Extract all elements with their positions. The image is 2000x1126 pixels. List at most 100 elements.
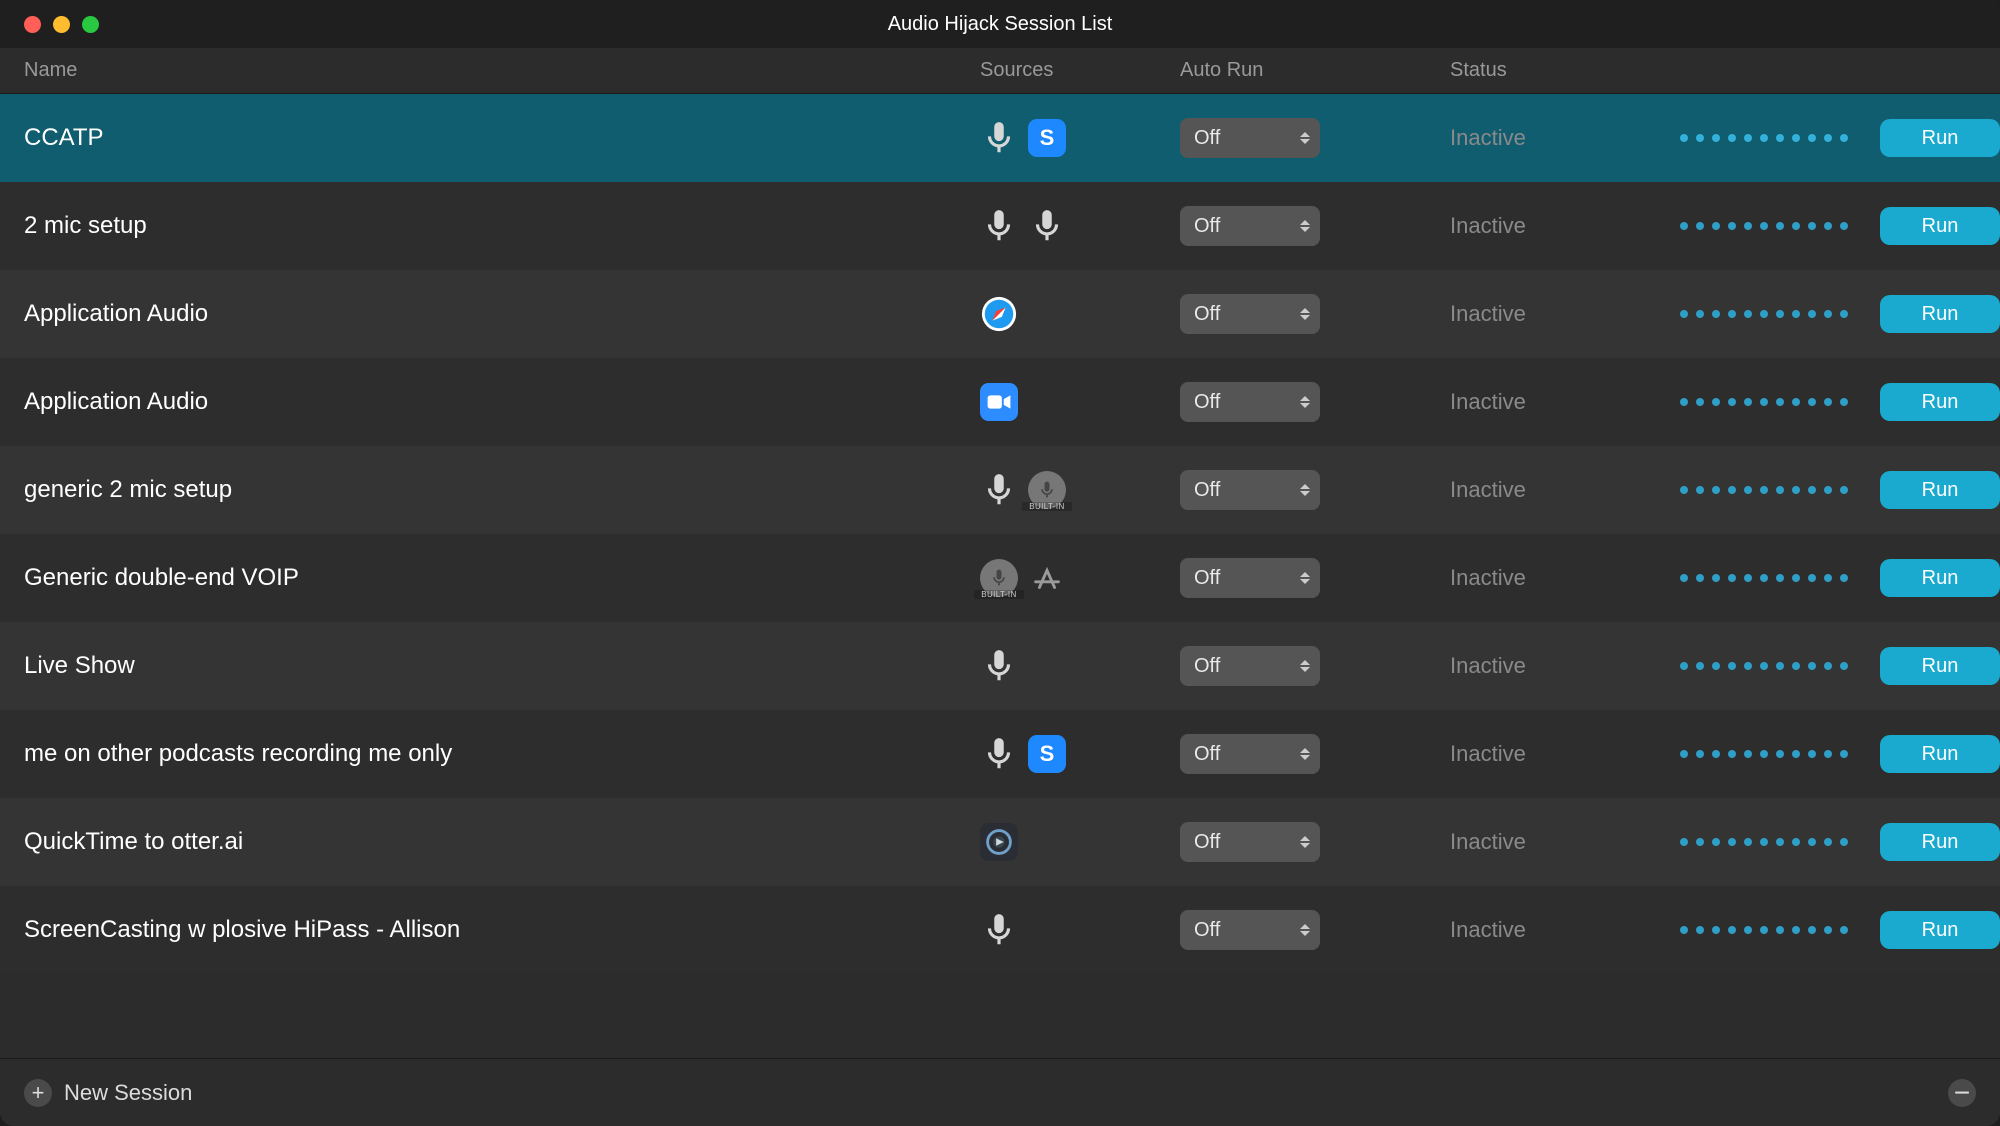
session-sources: S [980,119,1180,157]
status-label: Inactive [1450,477,1680,503]
autorun-value: Off [1194,831,1220,854]
session-row[interactable]: Generic double-end VOIPBUILT-INOffInacti… [0,534,2000,622]
level-meter [1680,398,1848,406]
run-button[interactable]: Run [1880,559,2000,597]
chevron-updown-icon [1300,660,1310,672]
run-cell: Run [1880,119,2000,157]
session-name: Live Show [0,652,980,680]
run-cell: Run [1880,295,2000,333]
run-button[interactable]: Run [1880,295,2000,333]
session-sources [980,383,1180,421]
level-meter [1680,926,1848,934]
level-cell [1680,662,1880,670]
autorun-cell: Off [1180,734,1450,774]
autorun-value: Off [1194,215,1220,238]
session-name: generic 2 mic setup [0,476,980,504]
session-name: QuickTime to otter.ai [0,828,980,856]
run-button[interactable]: Run [1880,735,2000,773]
autorun-select[interactable]: Off [1180,118,1320,158]
app-window: Audio Hijack Session List Name Sources A… [0,0,2000,1126]
chevron-updown-icon [1300,308,1310,320]
status-label: Inactive [1450,125,1680,151]
level-cell [1680,574,1880,582]
autorun-select[interactable]: Off [1180,294,1320,334]
chevron-updown-icon [1300,220,1310,232]
session-row[interactable]: Application AudioOffInactiveRun [0,270,2000,358]
session-row[interactable]: QuickTime to otter.aiOffInactiveRun [0,798,2000,886]
new-session-button[interactable]: + New Session [24,1079,192,1107]
run-cell: Run [1880,207,2000,245]
session-row[interactable]: 2 mic setup Off Inactive Run [0,182,2000,270]
autorun-cell: Off [1180,822,1450,862]
column-header-autorun[interactable]: Auto Run [1180,59,1450,82]
autorun-value: Off [1194,919,1220,942]
app-icon [1028,559,1066,597]
session-row[interactable]: CCATPSOffInactiveRun [0,94,2000,182]
column-header-status[interactable]: Status [1450,59,1680,82]
session-row[interactable]: ScreenCasting w plosive HiPass - Allison… [0,886,2000,974]
session-row[interactable]: generic 2 mic setupBUILT-IN Off Inactive Ru… [0,446,2000,534]
autorun-select[interactable]: Off [1180,382,1320,422]
level-meter [1680,134,1848,142]
autorun-select[interactable]: Off [1180,206,1320,246]
autorun-value: Off [1194,391,1220,414]
autorun-select[interactable]: Off [1180,910,1320,950]
mic-builtin-icon: BUILT-IN [980,559,1018,597]
quicktime-icon [980,823,1018,861]
autorun-cell: Off [1180,558,1450,598]
autorun-select[interactable]: Off [1180,734,1320,774]
autorun-cell: Off [1180,646,1450,686]
status-label: Inactive [1450,389,1680,415]
skype-icon: S [1028,735,1066,773]
session-row[interactable]: Application AudioOffInactiveRun [0,358,2000,446]
session-name: 2 mic setup [0,212,980,240]
run-cell: Run [1880,647,2000,685]
autorun-value: Off [1194,479,1220,502]
mic-icon [1028,207,1066,245]
status-label: Inactive [1450,301,1680,327]
session-sources [980,647,1180,685]
level-meter [1680,750,1848,758]
mic-icon [980,911,1018,949]
status-label: Inactive [1450,741,1680,767]
window-title: Audio Hijack Session List [0,13,2000,36]
run-cell: Run [1880,823,2000,861]
level-cell [1680,398,1880,406]
skype-icon: S [1028,119,1066,157]
run-button[interactable]: Run [1880,911,2000,949]
run-button[interactable]: Run [1880,823,2000,861]
level-cell [1680,838,1880,846]
run-cell: Run [1880,471,2000,509]
session-sources [980,295,1180,333]
status-label: Inactive [1450,213,1680,239]
session-row[interactable]: Live ShowOffInactiveRun [0,622,2000,710]
autorun-select[interactable]: Off [1180,822,1320,862]
column-header-sources[interactable]: Sources [980,59,1180,82]
column-header-name[interactable]: Name [0,59,980,82]
remove-session-button[interactable]: − [1948,1079,1976,1107]
chevron-updown-icon [1300,924,1310,936]
autorun-value: Off [1194,655,1220,678]
session-row[interactable]: me on other podcasts recording me only S O… [0,710,2000,798]
run-button[interactable]: Run [1880,119,2000,157]
run-button[interactable]: Run [1880,207,2000,245]
mic-icon [980,119,1018,157]
safari-icon [980,295,1018,333]
session-sources: BUILT-IN [980,471,1180,509]
autorun-select[interactable]: Off [1180,470,1320,510]
run-button[interactable]: Run [1880,383,2000,421]
run-button[interactable]: Run [1880,647,2000,685]
run-button[interactable]: Run [1880,471,2000,509]
session-sources [980,823,1180,861]
mic-icon [980,471,1018,509]
autorun-select[interactable]: Off [1180,558,1320,598]
chevron-updown-icon [1300,396,1310,408]
level-meter [1680,574,1848,582]
level-cell [1680,486,1880,494]
session-name: me on other podcasts recording me only [0,740,980,768]
autorun-select[interactable]: Off [1180,646,1320,686]
chevron-updown-icon [1300,572,1310,584]
chevron-updown-icon [1300,132,1310,144]
level-meter [1680,486,1848,494]
status-label: Inactive [1450,917,1680,943]
